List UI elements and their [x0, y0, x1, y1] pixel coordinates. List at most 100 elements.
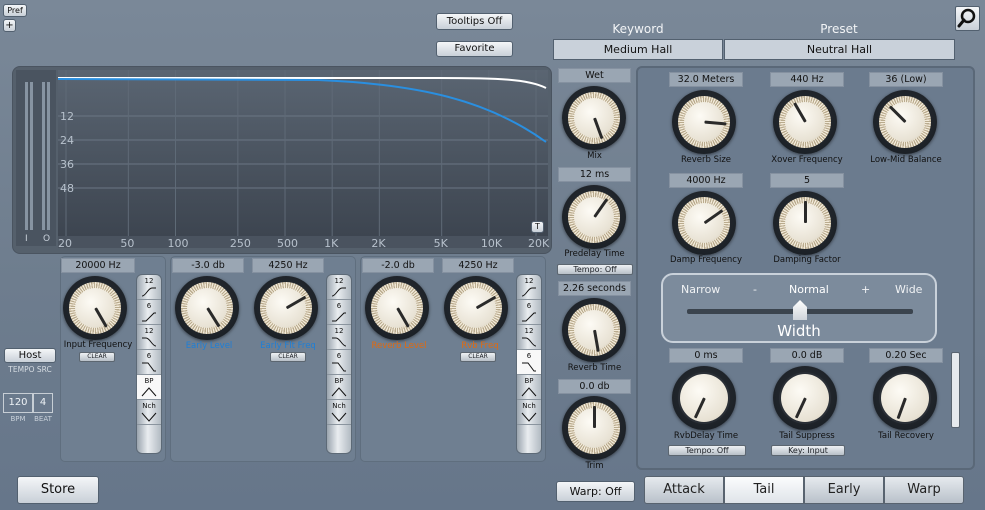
filter-option[interactable]: BP — [517, 375, 541, 400]
store-button[interactable]: Store — [17, 476, 99, 504]
xover-knob[interactable] — [773, 90, 837, 154]
reverb-size-label: Reverb Size — [680, 155, 732, 165]
damp-frequency-knob[interactable] — [672, 191, 736, 255]
rvb-freq-clear-button[interactable]: CLEAR — [460, 352, 496, 362]
rvb-freq-label: Rvb Freq — [461, 341, 499, 351]
damping-factor-knob[interactable] — [773, 191, 837, 255]
host-button[interactable]: Host — [4, 348, 56, 363]
filter-option-label: 12 — [524, 327, 534, 335]
freq-tick-label: 500 — [277, 237, 298, 250]
search-button[interactable] — [955, 6, 980, 31]
early-filter-clear-button[interactable]: CLEAR — [270, 352, 306, 362]
input-frequency-clear-button[interactable]: CLEAR — [79, 352, 115, 362]
tail-suppress-knob[interactable] — [773, 366, 837, 430]
filter-shape-icon — [332, 312, 346, 322]
filter-option[interactable]: 6 — [327, 350, 351, 375]
width-slider-thumb[interactable] — [793, 300, 807, 320]
db-tick-label: 48 — [60, 182, 74, 195]
tab-warp[interactable]: Warp — [884, 476, 964, 504]
filter-option[interactable]: BP — [327, 375, 351, 400]
beat-label: BEAT — [34, 415, 52, 423]
reverb-size-knob[interactable] — [672, 90, 736, 154]
filter-option[interactable]: 6 — [137, 300, 161, 325]
reverb-filter-selector[interactable]: 12 6 12 6 BP Nch — [516, 274, 542, 454]
beat-box[interactable]: 4 — [33, 393, 53, 413]
tab-attack[interactable]: Attack — [644, 476, 724, 504]
pref-button[interactable]: Pref — [3, 4, 27, 17]
rvbdelay-value[interactable]: 0 ms — [669, 348, 743, 363]
filter-option[interactable]: 12 — [327, 275, 351, 300]
keyword-selector[interactable]: Medium Hall — [553, 39, 723, 60]
early-filter-freq-knob[interactable] — [254, 276, 318, 340]
early-filter-freq-value[interactable]: 4250 Hz — [252, 258, 324, 273]
filter-option[interactable]: Nch — [517, 400, 541, 425]
preset-label: Preset — [820, 22, 858, 36]
filter-option-label: BP — [144, 377, 154, 385]
filter-shape-icon — [142, 362, 156, 372]
filter-option-label: 6 — [146, 302, 152, 310]
tooltips-button[interactable]: Tooltips Off — [436, 13, 513, 30]
graph-t-button[interactable]: T — [531, 221, 544, 233]
rvbdelay-tempo-dropdown[interactable]: Tempo: Off — [668, 445, 746, 456]
filter-option[interactable]: 12 — [517, 325, 541, 350]
reverb-time-knob[interactable] — [562, 298, 626, 362]
filter-shape-icon — [331, 412, 347, 422]
preset-selector[interactable]: Neutral Hall — [724, 39, 955, 60]
bpm-box[interactable]: 120 — [3, 393, 33, 413]
reverb-level-knob[interactable] — [365, 276, 429, 340]
predelay-knob[interactable] — [562, 185, 626, 249]
filter-option[interactable]: Nch — [327, 400, 351, 425]
db-tick-label: 24 — [60, 134, 74, 147]
tail-recovery-value[interactable]: 0.20 Sec — [869, 348, 943, 363]
tab-tail[interactable]: Tail — [724, 476, 804, 504]
early-level-knob[interactable] — [175, 276, 239, 340]
warp-button[interactable]: Warp: Off — [556, 481, 635, 502]
frequency-response-graph — [58, 70, 548, 248]
tail-suppress-key-dropdown[interactable]: Key: Input — [771, 445, 845, 456]
filter-option[interactable]: BP — [137, 375, 161, 400]
tail-suppress-label: Tail Suppress — [779, 431, 835, 441]
predelay-value[interactable]: 12 ms — [558, 167, 631, 182]
filter-option[interactable]: 6 — [137, 350, 161, 375]
filter-option[interactable]: 12 — [327, 325, 351, 350]
filter-option[interactable]: 12 — [137, 325, 161, 350]
early-level-value[interactable]: -3.0 db — [172, 258, 244, 273]
filter-option[interactable]: 12 — [137, 275, 161, 300]
input-filter-selector[interactable]: 12 6 12 6 BP Nch — [136, 274, 162, 454]
damping-factor-value[interactable]: 5 — [770, 173, 844, 188]
mix-value[interactable]: Wet — [558, 68, 631, 83]
filter-option[interactable]: 6 — [517, 300, 541, 325]
tab-early[interactable]: Early — [804, 476, 884, 504]
early-filter-selector[interactable]: 12 6 12 6 BP Nch — [326, 274, 352, 454]
width-plus-label: + — [861, 283, 871, 296]
plus-button[interactable]: + — [3, 19, 16, 32]
input-frequency-knob[interactable] — [63, 276, 127, 340]
filter-option-label: 6 — [146, 352, 152, 360]
panel-scrollbar[interactable] — [951, 352, 960, 428]
filter-shape-icon — [142, 312, 156, 322]
reverb-time-value[interactable]: 2.26 seconds — [558, 281, 631, 296]
rvbdelay-knob[interactable] — [672, 366, 736, 430]
tail-recovery-label: Tail Recovery — [878, 431, 934, 441]
rvb-freq-knob[interactable] — [444, 276, 508, 340]
filter-option[interactable]: 6 — [517, 350, 541, 375]
low-mid-value[interactable]: 36 (Low) — [869, 72, 943, 87]
favorite-button[interactable]: Favorite — [436, 41, 513, 57]
xover-value[interactable]: 440 Hz — [770, 72, 844, 87]
damp-frequency-value[interactable]: 4000 Hz — [669, 173, 743, 188]
freq-tick-label: 20 — [58, 237, 72, 250]
trim-value[interactable]: 0.0 db — [558, 379, 631, 394]
reverb-size-value[interactable]: 32.0 Meters — [669, 72, 743, 87]
filter-option[interactable]: 12 — [517, 275, 541, 300]
rvb-freq-value[interactable]: 4250 Hz — [442, 258, 514, 273]
tail-suppress-value[interactable]: 0.0 dB — [770, 348, 844, 363]
trim-knob[interactable] — [562, 396, 626, 460]
filter-option[interactable]: Nch — [137, 400, 161, 425]
tail-recovery-knob[interactable] — [873, 366, 937, 430]
mix-knob[interactable] — [562, 86, 626, 150]
low-mid-knob[interactable] — [873, 90, 937, 154]
filter-option[interactable]: 6 — [327, 300, 351, 325]
input-frequency-value[interactable]: 20000 Hz — [61, 258, 135, 273]
reverb-level-value[interactable]: -2.0 db — [362, 258, 434, 273]
predelay-tempo-dropdown[interactable]: Tempo: Off — [557, 264, 633, 275]
